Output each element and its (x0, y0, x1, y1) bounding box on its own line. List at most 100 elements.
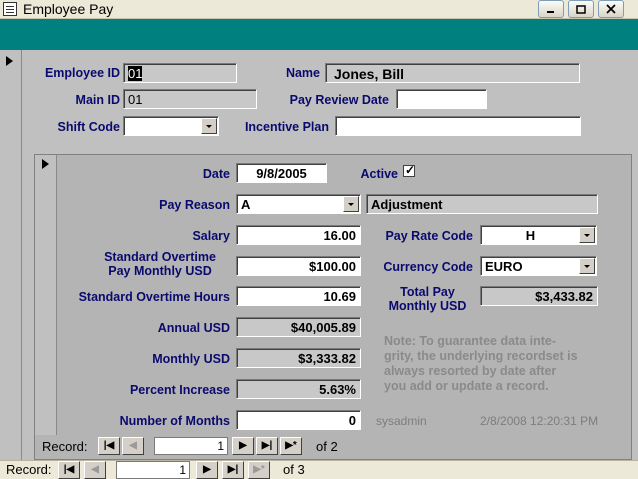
main-record-label: Record: (6, 462, 52, 477)
percent-increase-label: Percent Increase (129, 383, 230, 397)
checkmark-icon: ✓ (405, 163, 416, 177)
main-prev-record-button[interactable]: ◀ (84, 461, 106, 479)
name-label: Name (285, 66, 320, 80)
main-record-count: of 3 (283, 462, 305, 477)
percent-increase-field: 5.63% (236, 379, 361, 399)
last-record-icon: ▶| (261, 440, 273, 451)
next-record-icon: ▶ (203, 464, 211, 475)
pay-review-date-label: Pay Review Date (289, 93, 389, 107)
active-checkbox[interactable]: ✓ (403, 163, 416, 177)
employee-id-value: 01 (128, 66, 143, 81)
close-button[interactable] (598, 0, 624, 18)
subform-next-record-button[interactable]: ▶ (232, 437, 254, 455)
main-id-field[interactable]: 01 (123, 89, 257, 109)
first-record-icon: |◀ (103, 440, 115, 451)
monthly-usd-label: Monthly USD (152, 352, 230, 366)
salary-field[interactable]: 16.00 (236, 225, 361, 245)
subform-prev-record-button[interactable]: ◀ (122, 437, 144, 455)
shift-code-dropdown-icon[interactable] (201, 118, 217, 134)
subform-current-record-input[interactable]: 1 (154, 437, 228, 455)
last-record-icon: ▶| (227, 464, 239, 475)
note-line3: always resorted by date after (384, 364, 557, 378)
current-record-arrow-icon (6, 56, 13, 66)
main-new-record-button[interactable]: ▶* (248, 461, 270, 479)
date-field[interactable]: 9/8/2005 (236, 163, 327, 183)
date-label: Date (202, 167, 230, 181)
subform-first-record-button[interactable]: |◀ (98, 437, 120, 455)
std-ot-hours-field[interactable]: 10.69 (236, 286, 361, 306)
shift-code-label: Shift Code (57, 120, 121, 134)
record-selector[interactable] (0, 50, 22, 460)
salary-label: Salary (192, 229, 230, 243)
number-of-months-field[interactable]: 0 (236, 410, 361, 430)
next-record-icon: ▶ (239, 440, 247, 451)
pay-review-date-field[interactable] (396, 89, 487, 109)
prev-record-icon: ◀ (91, 464, 99, 475)
pay-reason-combo[interactable]: A (236, 194, 361, 214)
pay-reason-description: Adjustment (366, 194, 598, 214)
main-last-record-button[interactable]: ▶| (222, 461, 244, 479)
pay-rate-code-value: H (525, 228, 536, 243)
employee-id-label: Employee ID (44, 66, 120, 80)
subform-last-record-button[interactable]: ▶| (256, 437, 278, 455)
subform-new-record-button[interactable]: ▶* (280, 437, 302, 455)
monthly-usd-field: $3,333.82 (236, 348, 361, 368)
subform-record-navigation: Record: |◀ ◀ 1 ▶ ▶| ▶* of 2 (38, 437, 598, 457)
modified-by-user: sysadmin (376, 414, 427, 428)
main-record-navigation: Record: |◀ ◀ 1 ▶ ▶| ▶* of 3 (0, 460, 638, 479)
std-ot-pay-label-line1: Standard Overtime (104, 250, 216, 264)
new-record-icon: ▶* (285, 440, 297, 451)
total-pay-label-line2: Monthly USD (388, 299, 467, 313)
total-pay-field: $3,433.82 (480, 286, 598, 306)
minimize-icon (547, 11, 554, 13)
pay-rate-code-dropdown-icon[interactable] (579, 227, 595, 243)
std-ot-hours-label: Standard Overtime Hours (78, 290, 230, 304)
number-of-months-label: Number of Months (119, 414, 230, 428)
std-ot-pay-label-line2: Pay Monthly USD (108, 264, 212, 278)
pay-reason-value: A (241, 197, 251, 212)
currency-code-label: Currency Code (383, 260, 473, 274)
main-next-record-button[interactable]: ▶ (196, 461, 218, 479)
recordset-note: Note: To guarantee data inte- grity, the… (384, 334, 604, 394)
currency-code-combo[interactable]: EURO (480, 256, 597, 276)
note-line2: grity, the underlying recordset is (384, 349, 578, 363)
form-icon (3, 2, 17, 16)
active-label: Active (360, 167, 398, 181)
subform-record-label: Record: (42, 439, 88, 454)
annual-usd-label: Annual USD (157, 321, 230, 335)
std-ot-pay-label: Standard Overtime Pay Monthly USD (90, 250, 230, 278)
subform-record-count: of 2 (316, 439, 338, 454)
modified-timestamp: 2/8/2008 12:20:31 PM (480, 414, 599, 428)
restore-icon (576, 5, 586, 14)
main-id-label: Main ID (75, 93, 120, 107)
window-title: Employee Pay (23, 1, 114, 17)
minimize-button[interactable] (538, 0, 564, 18)
shift-code-combo[interactable] (123, 116, 219, 136)
subform-current-record-arrow-icon (42, 159, 49, 169)
total-pay-label-line1: Total Pay (400, 285, 455, 299)
pay-reason-label: Pay Reason (159, 198, 230, 212)
title-bar: Employee Pay (0, 0, 638, 19)
restore-button[interactable] (568, 0, 594, 18)
main-current-record-input[interactable]: 1 (116, 461, 190, 479)
annual-usd-field: $40,005.89 (236, 317, 361, 337)
note-line1: Note: To guarantee data inte- (384, 334, 557, 348)
prev-record-icon: ◀ (129, 440, 137, 451)
incentive-plan-field[interactable] (335, 116, 581, 136)
subform-record-selector[interactable] (35, 155, 57, 435)
pay-rate-code-label: Pay Rate Code (385, 229, 473, 243)
form-header (0, 19, 638, 50)
currency-code-value: EURO (485, 259, 523, 274)
currency-code-dropdown-icon[interactable] (579, 258, 595, 274)
employee-id-field[interactable]: 01 (123, 63, 237, 83)
new-record-icon: ▶* (253, 464, 265, 475)
name-field[interactable]: Jones, Bill (325, 63, 580, 83)
incentive-plan-label: Incentive Plan (244, 120, 329, 134)
total-pay-label: Total Pay Monthly USD (380, 285, 475, 313)
first-record-icon: |◀ (63, 464, 75, 475)
pay-reason-dropdown-icon[interactable] (343, 196, 359, 212)
std-ot-pay-field[interactable]: $100.00 (236, 256, 361, 276)
main-first-record-button[interactable]: |◀ (58, 461, 80, 479)
note-line4: you add or update a record. (384, 379, 549, 393)
pay-rate-code-combo[interactable]: H (480, 225, 597, 245)
